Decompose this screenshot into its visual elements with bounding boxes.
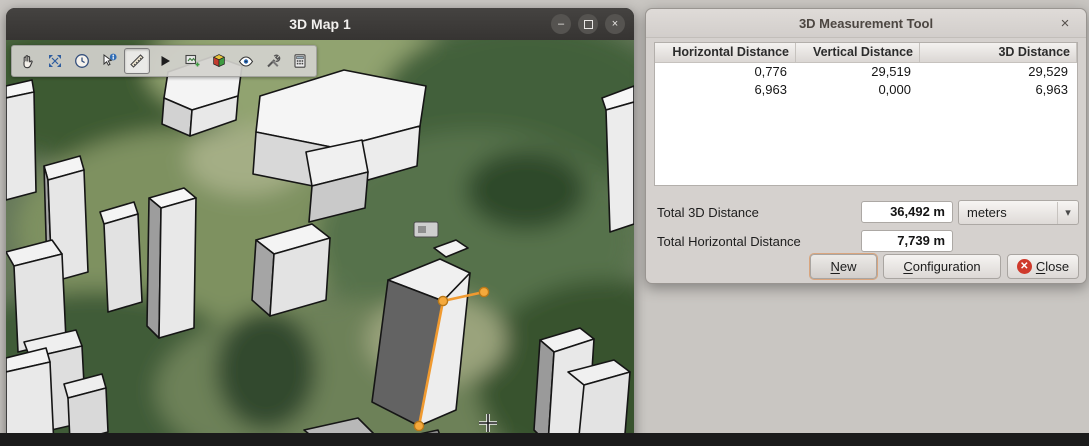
play-icon [156, 52, 174, 70]
configuration-button-label: onfiguration [913, 259, 981, 274]
dialog-title: 3D Measurement Tool [799, 16, 933, 31]
measure-line-tool-button[interactable] [124, 48, 150, 74]
new-button-mnemonic: N [830, 259, 839, 274]
measure-line-icon [128, 52, 146, 70]
cell-3d: 6,963 [920, 81, 1077, 99]
total-horizontal-distance-label: Total Horizontal Distance [657, 234, 801, 249]
zoom-full-tool-button[interactable] [43, 49, 67, 73]
configuration-button-mnemonic: C [903, 259, 912, 274]
pan-tool-button[interactable] [16, 49, 40, 73]
close-button[interactable]: × [605, 14, 625, 34]
map-3d-scene [6, 40, 634, 446]
chevron-down-icon: ▾ [1057, 202, 1078, 224]
minimize-button[interactable]: – [551, 14, 571, 34]
maximize-icon [584, 20, 593, 29]
close-button-mnemonic: C [1036, 259, 1045, 274]
animation-tool-button[interactable] [70, 49, 94, 73]
maximize-button[interactable] [578, 14, 598, 34]
zoom-full-icon [46, 52, 64, 70]
dialog-close-icon[interactable]: × [1055, 13, 1075, 33]
axis-cube-icon [210, 52, 228, 70]
table-row[interactable]: 6,963 0,000 6,963 [655, 81, 1077, 99]
identify-tool-button[interactable] [97, 49, 121, 73]
cell-horizontal: 0,776 [655, 63, 796, 81]
map-canvas[interactable] [6, 40, 634, 446]
units-dropdown[interactable]: meters ▾ [958, 200, 1079, 225]
table-row[interactable]: 0,776 29,519 29,529 [655, 63, 1077, 81]
total-horizontal-distance-value: 7,739 m [861, 230, 953, 252]
identify-icon [100, 52, 118, 70]
new-button-label: ew [840, 259, 857, 274]
map-toolbar [11, 45, 317, 77]
units-selected-value: meters [959, 205, 1057, 220]
table-header-row: Horizontal Distance Vertical Distance 3D… [655, 43, 1077, 63]
pan-icon [19, 52, 37, 70]
tools-options-button[interactable] [261, 49, 285, 73]
close-dialog-button[interactable]: ✕ Close [1007, 254, 1079, 279]
calculator-icon [291, 52, 309, 70]
new-button[interactable]: New [810, 254, 877, 279]
export-scene-button[interactable] [180, 49, 204, 73]
column-header-3d-distance[interactable]: 3D Distance [920, 43, 1077, 63]
column-header-vertical-distance[interactable]: Vertical Distance [796, 43, 920, 63]
dialog-titlebar[interactable]: 3D Measurement Tool × [646, 9, 1086, 38]
animation-clock-icon [73, 52, 91, 70]
camera-view-button[interactable] [234, 49, 258, 73]
measurement-calculator-button[interactable] [288, 49, 312, 73]
cell-vertical: 0,000 [796, 81, 920, 99]
column-header-horizontal-distance[interactable]: Horizontal Distance [655, 43, 796, 63]
tools-icon [264, 52, 282, 70]
axis-cube-button[interactable] [207, 49, 231, 73]
window-controls: – × [551, 14, 625, 34]
measurement-table[interactable]: Horizontal Distance Vertical Distance 3D… [654, 42, 1078, 186]
map-window-title: 3D Map 1 [289, 16, 350, 32]
map-window-titlebar[interactable]: 3D Map 1 – × [6, 8, 634, 41]
map-billboard [414, 222, 438, 237]
cell-horizontal: 6,963 [655, 81, 796, 99]
cell-3d: 29,529 [920, 63, 1077, 81]
export-scene-icon [183, 52, 201, 70]
total-3d-distance-label: Total 3D Distance [657, 205, 759, 220]
configuration-button[interactable]: Configuration [883, 254, 1001, 279]
close-icon: × [612, 19, 618, 30]
total-3d-distance-value: 36,492 m [861, 201, 953, 223]
taskbar [0, 433, 1089, 446]
measurement-dialog: 3D Measurement Tool × Horizontal Distanc… [645, 8, 1087, 284]
play-animation-button[interactable] [153, 49, 177, 73]
camera-eye-icon [237, 52, 255, 70]
map-window: 3D Map 1 – × [6, 8, 634, 446]
close-badge-icon: ✕ [1017, 259, 1032, 274]
minimize-icon: – [558, 19, 564, 30]
close-button-label: lose [1045, 259, 1069, 274]
cell-vertical: 29,519 [796, 63, 920, 81]
